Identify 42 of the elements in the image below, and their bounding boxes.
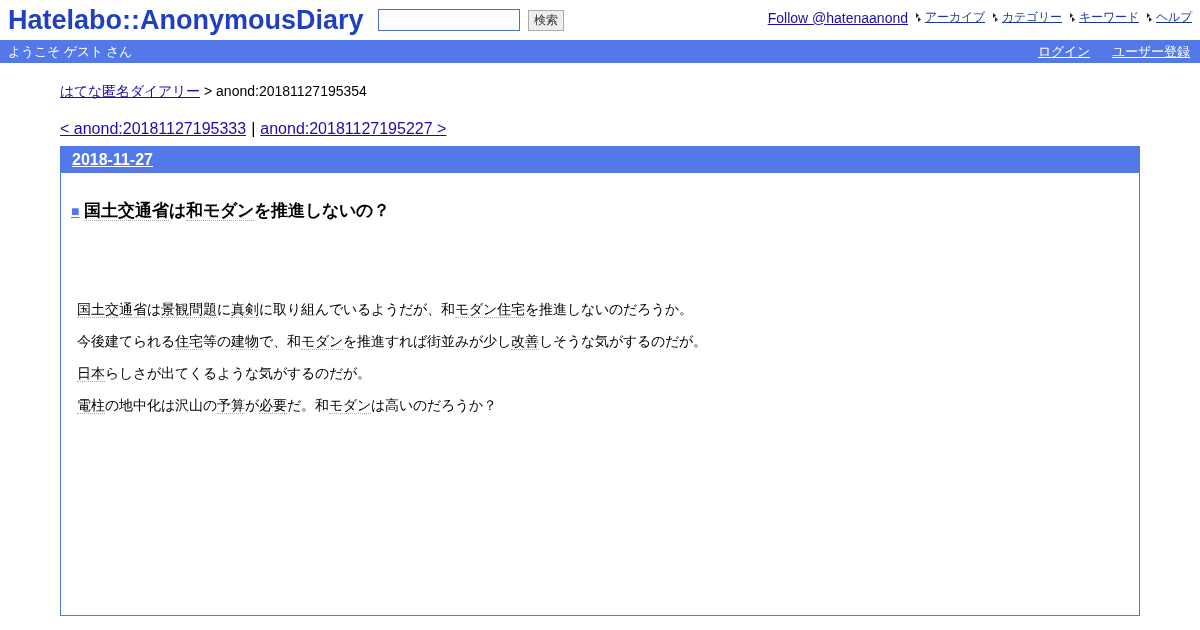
nav-link[interactable]: アーカイブ <box>925 9 985 26</box>
keyword-link[interactable]: 住宅 <box>175 333 203 350</box>
home-link[interactable]: はてな匿名ダイアリー <box>60 83 200 101</box>
keyword-link[interactable]: 国土交通省 <box>84 201 170 221</box>
keyword-link[interactable]: モダン住宅 <box>455 301 525 318</box>
keyword-link[interactable]: 必要 <box>259 397 287 414</box>
search-field[interactable] <box>377 9 520 31</box>
nav-link[interactable]: ヘルプ <box>1156 9 1192 26</box>
chevron-icon <box>1147 13 1153 22</box>
keyword-link[interactable]: 予算 <box>217 397 245 414</box>
keyword-link[interactable]: 真剣 <box>231 301 259 318</box>
next-entry-link[interactable]: anond:20181127195227 > <box>260 120 447 138</box>
keyword-link[interactable]: 景観問題 <box>161 301 217 318</box>
account-link[interactable]: ログイン <box>1038 42 1090 61</box>
nav-link[interactable]: カテゴリー <box>1002 9 1062 26</box>
paragraph: 国土交通省は景観問題に真剣に取り組んでいるようだが、和モダン住宅を推進しないのだろうか。 <box>77 300 694 318</box>
chevron-icon <box>1070 13 1076 22</box>
keyword-link[interactable]: 建物 <box>231 333 259 350</box>
keyword-link[interactable]: モダン <box>301 333 343 350</box>
separator: | <box>251 120 256 138</box>
keyword-link[interactable]: モダン <box>329 397 371 414</box>
chevron-icon <box>916 13 922 22</box>
chevron-icon <box>993 13 999 22</box>
site-logo[interactable]: Hatelabo::AnonymousDiary <box>8 4 364 36</box>
search-button[interactable]: 検索 <box>527 9 564 31</box>
paragraph: 今後建てられる住宅等の建物で、和モダンを推進すれば街並みが少し改善しそうな気がするのだが。 <box>77 332 708 350</box>
entry-id: > anond:20181127195354 <box>204 83 367 101</box>
paragraph: 日本 らしさが出てくるような気がするのだが。 <box>77 364 372 382</box>
keyword-link[interactable]: 国土交通省 <box>77 301 147 318</box>
paragraph: 電柱の地中化は沢山の予算が必要だ。和モダンは高いのだろうか？ <box>77 396 498 414</box>
previous-entry-link[interactable]: < anond:20181127195333 <box>60 120 247 138</box>
entry-title: 国土交通省は和モダンを推進しないの？ <box>84 200 391 222</box>
welcome-text: ようこそ ゲスト さん <box>8 42 133 61</box>
date-link[interactable]: 2018-11-27 <box>72 151 153 169</box>
keyword-link[interactable]: 和モダン <box>186 201 255 221</box>
nav-link[interactable]: キーワード <box>1079 9 1139 26</box>
account-link[interactable]: ユーザー登録 <box>1112 42 1190 61</box>
keyword-link[interactable]: 日本 <box>77 365 105 382</box>
permalink[interactable]: ■ <box>71 202 80 219</box>
keyword-link[interactable]: 電柱 <box>77 397 105 414</box>
follow-link[interactable]: Follow @hatenaanond <box>767 9 908 26</box>
keyword-link[interactable]: 改善 <box>511 333 539 350</box>
